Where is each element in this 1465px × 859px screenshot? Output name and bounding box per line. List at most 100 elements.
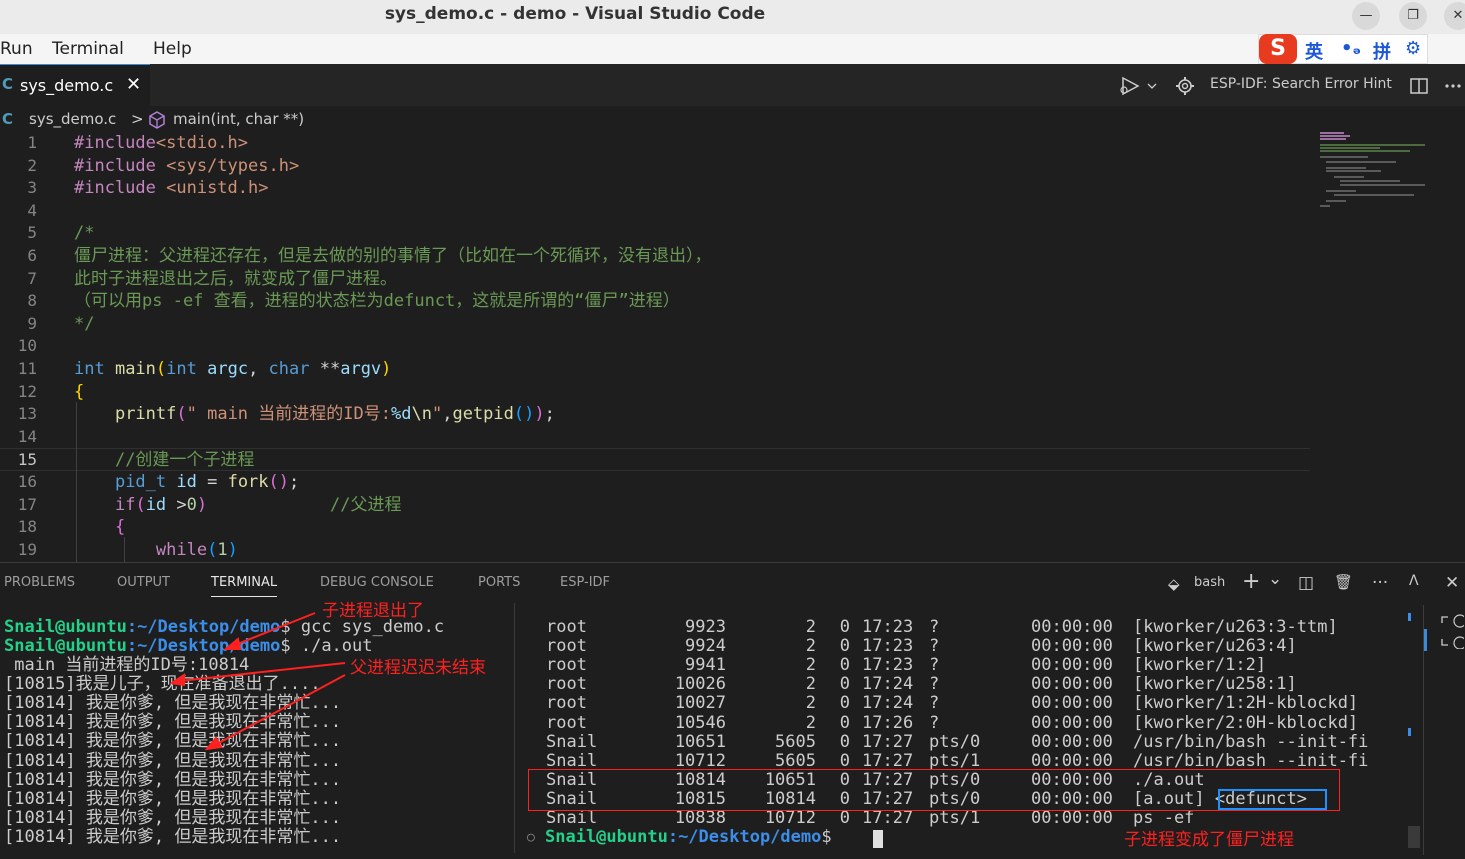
scroll-marker <box>1408 728 1411 736</box>
ps-cmd: [kworker/1:2] <box>1133 655 1267 676</box>
line-number: 3 <box>27 178 37 198</box>
ps-time: 00:00:00 <box>1031 636 1113 657</box>
terminal-scrollbar[interactable] <box>1408 826 1420 848</box>
code-text: printf(" main 当前进程的ID号:%d\n",getpid()); <box>74 403 555 425</box>
code-text: pid_t id = fork(); <box>74 471 299 493</box>
line-number: 14 <box>17 426 37 446</box>
editor-tab-bar: C sys_demo.c ✕ ESP-IDF: Search Error Hin… <box>0 64 1465 106</box>
ime-settings-icon[interactable]: ⚙ <box>1405 38 1421 59</box>
code-token: ** <box>319 359 341 379</box>
code-token: id <box>145 494 167 515</box>
close-window-button[interactable]: ✕ <box>1444 2 1465 30</box>
split-editor-icon[interactable] <box>1409 76 1429 96</box>
ime-punctuation-toggle[interactable]: •ₔ <box>1341 38 1361 59</box>
code-token: int <box>166 359 208 379</box>
code-text: { <box>74 381 84 403</box>
code-text: while(1) <box>74 539 238 561</box>
gear-icon[interactable] <box>1175 76 1195 96</box>
code-editor[interactable]: 1 #include<stdio.h> 2 #include <sys/types.h… <box>0 132 1465 562</box>
tab-esp-idf[interactable]: ESP-IDF <box>560 575 610 590</box>
code-token: */ <box>74 313 95 334</box>
code-token: /* <box>74 223 95 244</box>
annotation-arrows <box>169 612 346 751</box>
ps-c: 0 <box>839 636 850 657</box>
code-token: > <box>166 494 187 515</box>
indent-guide <box>124 537 125 562</box>
ime-pinyin-toggle[interactable]: 拼 <box>1373 38 1391 64</box>
ime-english-toggle[interactable]: 英 <box>1305 38 1323 64</box>
menu-run[interactable]: Run <box>0 39 33 59</box>
ps-cmd: [kworker/u258:1] <box>1133 674 1297 695</box>
esp-idf-search-error-hint[interactable]: ESP-IDF: Search Error Hint <box>1210 76 1392 92</box>
annotation-child-exited: 子进程退出了 <box>322 601 424 621</box>
close-panel-icon[interactable]: ✕ <box>1445 573 1459 593</box>
ps-uid: root <box>546 655 587 676</box>
code-line: 17 if(id >0) //父进程 <box>0 494 1310 517</box>
code-token: { <box>74 381 85 402</box>
code-token: " <box>431 404 443 425</box>
minimap[interactable] <box>1318 132 1438 212</box>
line-number: 8 <box>27 291 37 311</box>
ps-stime: 17:27 <box>862 750 914 771</box>
code-token: #include <box>74 155 167 176</box>
code-token: () <box>268 472 290 492</box>
ps-pid: 10712 <box>674 750 726 771</box>
chevron-down-icon[interactable]: ⌄ <box>1268 569 1282 589</box>
line-number: 10 <box>17 336 37 356</box>
more-actions-icon[interactable] <box>1443 76 1463 96</box>
maximize-panel-icon[interactable]: ᐱ <box>1409 573 1419 589</box>
code-token: ( <box>207 539 218 560</box>
ps-c: 0 <box>839 617 850 637</box>
breadcrumb: C sys_demo.c > main(int, char **) <box>0 106 1465 132</box>
restore-button[interactable]: ❐ <box>1399 2 1427 30</box>
terminal-shell-label[interactable]: bash <box>1194 575 1225 590</box>
code-token: if <box>114 494 136 515</box>
ps-uid: Snail <box>546 750 598 771</box>
code-token: ) <box>534 404 545 425</box>
ps-c: 0 <box>839 655 850 676</box>
ps-cmd: [kworker/u263:4] <box>1133 636 1297 657</box>
more-actions-icon[interactable]: ··· <box>1372 573 1388 593</box>
code-text: /* <box>74 222 94 244</box>
ps-stime: 17:26 <box>862 712 914 733</box>
ime-toolbar[interactable]: S 英 •ₔ 拼 ⚙ <box>1258 34 1428 64</box>
tab-close-icon[interactable]: ✕ <box>126 74 141 95</box>
line-number: 17 <box>17 494 37 514</box>
ps-uid: root <box>546 674 587 695</box>
code-line: 8 （可以用ps -ef 查看，进程的状态栏为defunct，这就是所谓的“僵尸”… <box>0 290 1310 313</box>
new-terminal-icon[interactable]: + <box>1242 569 1260 594</box>
code-token: //父进程 <box>329 494 402 515</box>
breadcrumb-symbol[interactable]: main(int, char **) <box>173 110 304 128</box>
code-token: () <box>513 404 535 425</box>
code-line: 1 #include<stdio.h> <box>0 132 1310 155</box>
ps-time: 00:00:00 <box>1031 655 1113 676</box>
menu-help[interactable]: Help <box>153 39 192 59</box>
terminal-split-icon[interactable] <box>1440 609 1464 649</box>
run-debug-icon[interactable] <box>1118 76 1160 96</box>
code-token: int <box>74 359 115 379</box>
menu-terminal[interactable]: Terminal <box>52 39 124 59</box>
line-number: 1 <box>27 133 37 152</box>
code-token: pid_t <box>114 472 177 492</box>
ps-stime: 17:27 <box>862 731 914 752</box>
code-line: 15 //创建一个子进程 <box>0 448 1310 471</box>
code-line: 16 pid_t id = fork(); <box>0 471 1310 494</box>
code-token: fork <box>227 472 269 492</box>
code-line: 4 <box>0 200 1310 223</box>
code-text: //创建一个子进程 <box>74 449 254 471</box>
trash-icon[interactable]: 🗑 <box>1334 573 1353 591</box>
ps-tty: ? <box>929 636 940 657</box>
line-number: 15 <box>17 450 37 470</box>
code-token: ( <box>155 359 167 379</box>
split-terminal-icon[interactable]: ◫ <box>1298 573 1314 593</box>
code-token: ) <box>196 494 208 515</box>
tab-sys-demo-c[interactable]: C sys_demo.c ✕ <box>0 64 150 106</box>
breadcrumb-file[interactable]: sys_demo.c <box>29 110 116 128</box>
ps-time: 00:00:00 <box>1031 750 1113 771</box>
ps-tty: ? <box>929 674 940 695</box>
line-number: 16 <box>17 472 37 491</box>
code-text: #include <sys/types.h> <box>74 155 299 177</box>
minimize-button[interactable]: — <box>1352 2 1380 30</box>
